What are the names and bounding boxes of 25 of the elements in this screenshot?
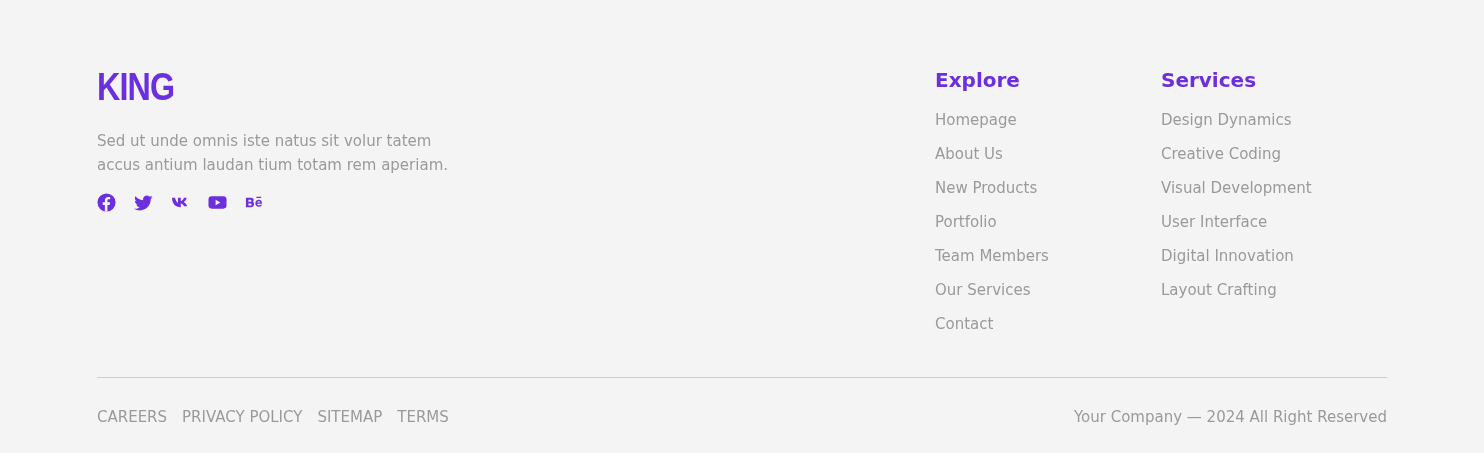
footer-link[interactable]: Design Dynamics xyxy=(1161,110,1292,130)
video-play-icon[interactable] xyxy=(208,193,227,212)
footer-link[interactable]: Digital Innovation xyxy=(1161,246,1294,266)
bird-icon[interactable] xyxy=(134,193,153,212)
bottom-link[interactable]: CAREERS xyxy=(97,406,168,429)
column-heading: Explore xyxy=(935,68,1021,92)
column-heading: Services xyxy=(1161,68,1258,92)
footer-link[interactable]: Contact xyxy=(935,314,994,334)
footer-link[interactable]: Layout Crafting xyxy=(1161,280,1277,300)
bottom-link[interactable]: TERMS xyxy=(397,406,449,429)
copyright-text: Your Company — 2024 All Right Reserved xyxy=(1073,407,1387,428)
footer-link[interactable]: Our Services xyxy=(935,280,1031,300)
footer-link[interactable]: Visual Development xyxy=(1161,178,1312,198)
facebook-icon[interactable] xyxy=(97,193,116,212)
logo[interactable]: KING xyxy=(97,68,175,106)
footer-link[interactable]: Portfolio xyxy=(935,212,997,232)
description-text: Sed ut unde omnis iste natus sit volur tatem accus antium laudan tium totam rem aperiam. xyxy=(97,131,449,176)
footer-link[interactable]: About Us xyxy=(935,144,1003,164)
bottom-link[interactable]: SITEMAP xyxy=(317,406,383,429)
footer-link[interactable]: User Interface xyxy=(1161,212,1268,232)
footer-link[interactable]: New Products xyxy=(935,178,1038,198)
footer-link[interactable]: Creative Coding xyxy=(1161,144,1282,164)
bottom-link[interactable]: PRIVACY POLICY xyxy=(182,406,303,429)
footer-link[interactable]: Homepage xyxy=(935,110,1017,130)
footer-link[interactable]: Team Members xyxy=(935,246,1049,266)
